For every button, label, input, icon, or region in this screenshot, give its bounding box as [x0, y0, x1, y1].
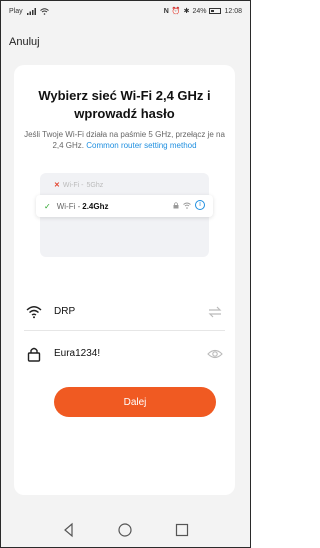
- wifi-24ghz-name: Wi-Fi -: [56, 201, 81, 211]
- back-icon[interactable]: [61, 522, 77, 538]
- check-icon: ✓: [44, 201, 51, 211]
- page-title: Wybierz sieć Wi-Fi 2,4 GHz i wprowadź ha…: [38, 88, 211, 121]
- clock: 12:08: [224, 7, 242, 15]
- eye-icon[interactable]: [207, 347, 223, 361]
- illustration-row-24ghz: ✓ Wi-Fi - 2.4Ghz i: [36, 195, 213, 217]
- home-icon[interactable]: [117, 522, 133, 538]
- network-indicators: i: [173, 200, 205, 210]
- next-button[interactable]: Dalej: [54, 387, 216, 417]
- wifi-5ghz-name: Wi-Fi -: [62, 181, 84, 189]
- signal-icon: [26, 7, 36, 15]
- wifi-24ghz-band: 2.4Ghz: [82, 201, 109, 211]
- description: Jeśli Twoje Wi-Fi działa na paśmie 5 GHz…: [24, 129, 225, 151]
- ssid-field[interactable]: DRP: [24, 297, 225, 331]
- wifi-icon: [39, 7, 49, 15]
- alarm-icon: ⏰: [171, 8, 181, 15]
- wifi-icon: [26, 306, 42, 319]
- lock-icon: [27, 347, 41, 362]
- top-bar: Anuluj: [1, 31, 250, 55]
- recent-apps-icon[interactable]: [174, 522, 190, 538]
- battery-percent: 24%: [192, 7, 207, 15]
- nfc-icon: N: [163, 7, 169, 15]
- lock-icon: [173, 201, 179, 208]
- wifi-5ghz-band: 5Ghz: [86, 181, 104, 189]
- password-value[interactable]: Eura1234!: [54, 348, 100, 359]
- phone-screen: Play N ⏰ ✱ 24% 12:08 Anuluj Wybierz sieć…: [0, 0, 251, 548]
- ssid-value[interactable]: DRP: [54, 306, 75, 317]
- illustration-row-5ghz: ✕ Wi-Fi - 5Ghz: [54, 181, 104, 190]
- password-field[interactable]: Eura1234!: [24, 339, 225, 373]
- wifi-setup-card: Wybierz sieć Wi-Fi 2,4 GHz i wprowadź ha…: [14, 65, 235, 495]
- cross-icon: ✕: [54, 182, 60, 189]
- wifi-band-illustration: ✕ Wi-Fi - 5Ghz ✓ Wi-Fi - 2.4Ghz i: [36, 173, 213, 257]
- info-icon: i: [195, 200, 205, 210]
- router-help-link[interactable]: Common router setting method: [86, 141, 196, 150]
- switch-network-icon[interactable]: [207, 305, 223, 319]
- cancel-button[interactable]: Anuluj: [9, 36, 40, 48]
- android-nav-bar: [1, 513, 250, 547]
- battery-icon: [209, 8, 222, 14]
- wifi-small-icon: [183, 202, 191, 209]
- status-bar: Play N ⏰ ✱ 24% 12:08: [1, 1, 250, 21]
- bluetooth-icon: ✱: [183, 8, 190, 15]
- carrier-label: Play: [9, 7, 23, 15]
